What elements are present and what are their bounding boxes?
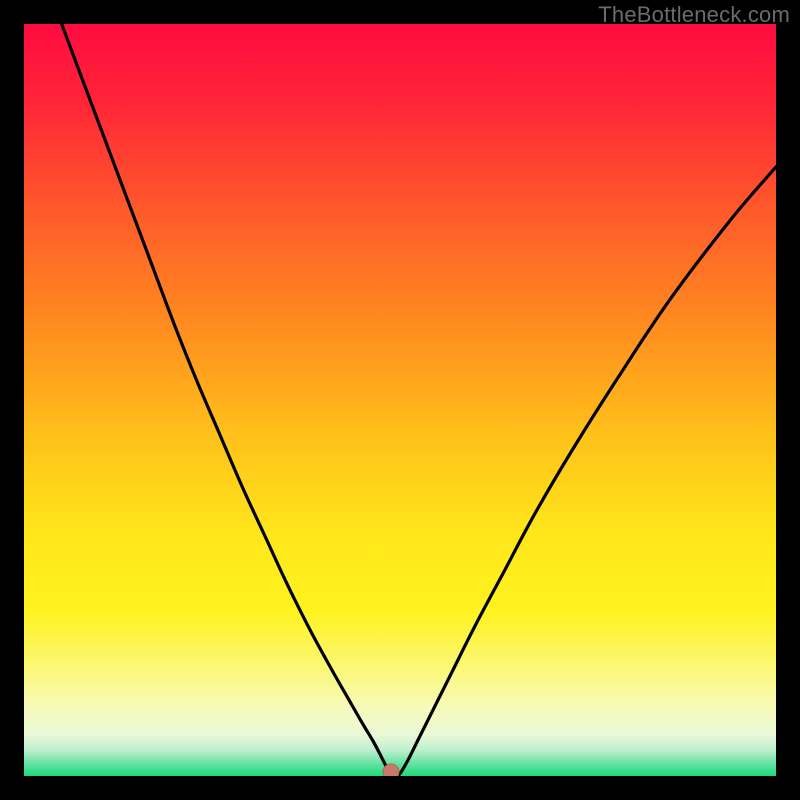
- chart-frame: TheBottleneck.com: [0, 0, 800, 800]
- optimum-marker: [383, 764, 399, 776]
- watermark-text: TheBottleneck.com: [598, 2, 790, 28]
- gradient-background: [24, 24, 776, 776]
- plot-area: [24, 24, 776, 776]
- bottleneck-chart: [24, 24, 776, 776]
